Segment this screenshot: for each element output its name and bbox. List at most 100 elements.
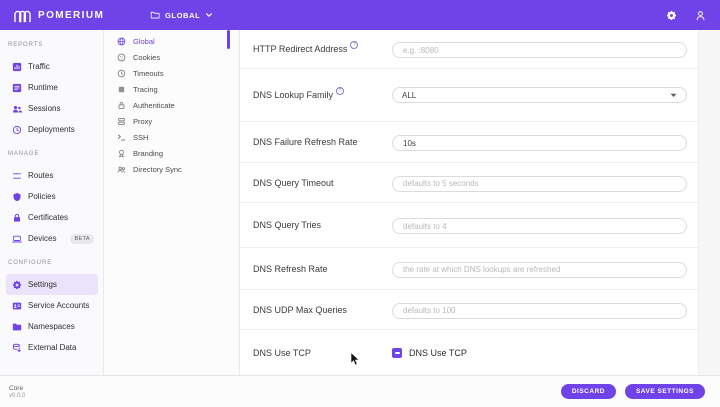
field-label: HTTP Redirect Address? [253, 41, 392, 54]
field-control: ALL [392, 87, 687, 103]
sidebar-item-traffic[interactable]: Traffic [6, 56, 98, 77]
namespace-label: GLOBAL [165, 10, 201, 20]
user-icon[interactable] [695, 10, 706, 21]
form-row-dns-udp-max-queries: DNS UDP Max Queries [240, 290, 720, 330]
http-redirect-address-input[interactable] [392, 42, 687, 59]
gear-icon[interactable] [666, 10, 677, 21]
chevron-down-icon [670, 93, 677, 98]
external-data-icon [12, 343, 22, 353]
clock-icon [117, 69, 126, 78]
field-control [392, 40, 687, 59]
settings-nav-item-authenticate[interactable]: Authenticate [104, 97, 239, 113]
field-label: DNS Query Timeout [253, 178, 392, 188]
sidebar-item-service-accounts[interactable]: Service Accounts [6, 295, 98, 316]
dns-query-timeout-input[interactable] [392, 175, 687, 192]
sidebar-item-label: External Data [28, 343, 77, 352]
sidebar-item-label: Settings [28, 280, 57, 289]
sessions-icon [12, 104, 22, 114]
dns-udp-max-queries-input[interactable] [392, 302, 687, 319]
field-label-text: DNS Failure Refresh Rate [253, 137, 358, 147]
settings-nav-item-global[interactable]: Global [104, 33, 239, 49]
certificates-icon [12, 213, 22, 223]
sidebar-item-policies[interactable]: Policies [6, 186, 98, 207]
field-label: DNS Failure Refresh Rate [253, 137, 392, 147]
sidebar-section-label: MANAGE [8, 151, 40, 157]
select-value: ALL [402, 90, 417, 100]
sidebar-item-namespaces[interactable]: Namespaces [6, 316, 98, 337]
brand-name: POMERIUM [38, 9, 105, 21]
beta-badge: BETA [70, 233, 94, 244]
service-accounts-icon [12, 301, 22, 311]
field-label-text: DNS Lookup Family [253, 90, 334, 100]
info-icon[interactable]: ? [336, 87, 345, 95]
settings-nav-item-branding[interactable]: Branding [104, 145, 239, 161]
deployments-icon [12, 125, 22, 135]
field-control [392, 173, 687, 192]
settings-nav-item-label: Proxy [133, 116, 153, 126]
settings-nav-item-proxy[interactable]: Proxy [104, 113, 239, 129]
field-label: DNS Lookup Family? [253, 87, 392, 100]
sidebar-item-label: Traffic [28, 62, 50, 71]
info-icon[interactable]: ? [350, 41, 359, 49]
sidebar-item-sessions[interactable]: Sessions [6, 98, 98, 119]
sidebar-item-settings[interactable]: Settings [6, 274, 98, 295]
sidebar-item-label: Devices [28, 234, 57, 243]
settings-nav-item-tracing[interactable]: Tracing [104, 81, 239, 97]
namespaces-icon [12, 322, 22, 332]
dns-refresh-rate-input[interactable] [392, 261, 687, 278]
dns-lookup-family-select[interactable]: ALL [392, 87, 687, 103]
field-control: DNS Use TCP [392, 347, 687, 358]
sidebar-item-label: Certificates [28, 213, 69, 222]
sidebar-item-routes[interactable]: Routes [6, 165, 98, 186]
save-settings-button[interactable]: SAVE SETTINGS [624, 384, 705, 399]
form-row-dns-use-tcp: DNS Use TCP DNS Use TCP [240, 330, 720, 375]
globe-icon [117, 37, 126, 46]
settings-nav-item-label: Cookies [133, 52, 161, 62]
settings-form: HTTP Redirect Address? DNS Lookup Family?… [240, 30, 720, 375]
settings-nav: Global Cookies Timeouts Tracing Authenticate… [104, 30, 240, 375]
dns-failure-refresh-rate-input[interactable] [392, 135, 687, 152]
version-info: Core v0.0.0 [0, 385, 25, 399]
settings-nav-item-ssh[interactable]: SSH [104, 129, 239, 145]
field-label: DNS Refresh Rate [253, 264, 392, 274]
dns-query-tries-input[interactable] [392, 218, 687, 235]
routes-icon [12, 171, 22, 181]
discard-button[interactable]: DISCARD [560, 384, 616, 399]
field-label-text: DNS UDP Max Queries [253, 304, 347, 315]
scrollbar-thumb[interactable] [227, 30, 230, 49]
devices-icon [12, 234, 22, 244]
branding-icon [117, 149, 126, 158]
terminal-icon [117, 133, 126, 142]
sidebar-item-label: Service Accounts [28, 301, 90, 310]
policies-icon [12, 192, 22, 202]
sidebar-section-label: CONFIGURE [8, 260, 53, 266]
sidebar-item-certificates[interactable]: Certificates [6, 207, 98, 228]
sidebar-item-label: Routes [28, 171, 54, 180]
field-label-text: DNS Refresh Rate [253, 263, 328, 274]
field-label-text: DNS Use TCP [253, 347, 311, 358]
namespace-selector[interactable]: GLOBAL [150, 0, 213, 30]
settings-nav-item-label: Tracing [133, 84, 158, 94]
sidebar-item-runtime[interactable]: Runtime [6, 77, 98, 98]
dns-use-tcp-checkbox[interactable] [392, 347, 402, 358]
folder-icon [150, 10, 160, 20]
sidebar-section: CONFIGURE Settings Service Accounts Namespa… [0, 260, 103, 358]
settings-nav-item-timeouts[interactable]: Timeouts [104, 65, 239, 81]
sidebar-item-external-data[interactable]: External Data [6, 337, 98, 358]
checkbox-label: DNS Use TCP [409, 347, 467, 358]
field-control [392, 216, 687, 235]
sidebar-item-label: Sessions [28, 104, 61, 113]
settings-nav-item-cookies[interactable]: Cookies [104, 49, 239, 65]
brand: POMERIUM [13, 0, 104, 30]
sidebar-item-label: Policies [28, 192, 56, 201]
form-row-dns-refresh-rate: DNS Refresh Rate [240, 248, 720, 290]
checkbox-dash-icon [394, 351, 400, 354]
sidebar-item-deployments[interactable]: Deployments [6, 119, 98, 140]
settings-nav-item-directory-sync[interactable]: Directory Sync [104, 161, 239, 177]
sidebar-item-devices[interactable]: Devices BETA [6, 228, 98, 249]
sidebar-section: REPORTS Traffic Runtime Sessions Deployments [0, 42, 103, 140]
form-row-dns-query-tries: DNS Query Tries [240, 203, 720, 248]
app-window: POMERIUM GLOBAL REPORTS Traffic Runtime … [0, 0, 720, 407]
sidebar-section-label: REPORTS [8, 42, 44, 48]
sidebar-section: MANAGE Routes Policies Certificates Devices B… [0, 151, 103, 249]
